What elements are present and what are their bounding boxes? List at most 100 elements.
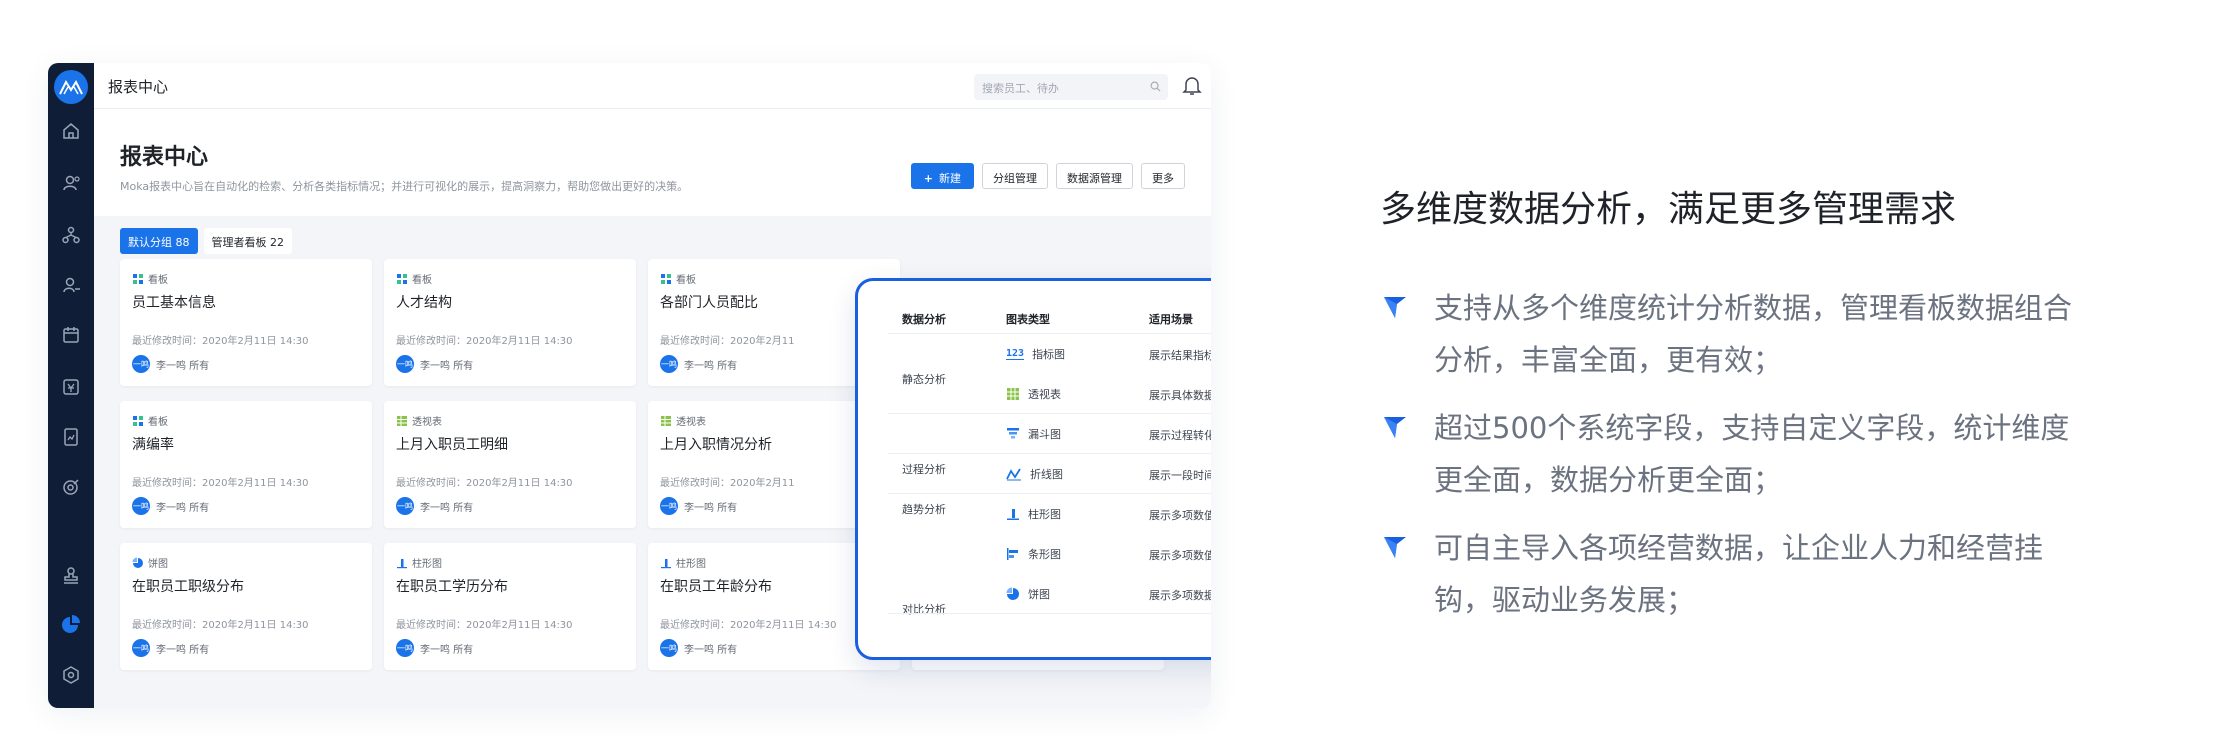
chart-type-cell: 透视表 [1006,386,1061,402]
report-card[interactable]: 看板 满编率 最近修改时间：2020年2月11日 14:30 一鸣 李一鸣 所有 [120,401,372,528]
new-button[interactable]: + 新建 [910,163,974,189]
scene-cell: 展示一段时间内的变化趋势 [1149,469,1211,482]
owner-label: 李一鸣 所有 [684,360,738,372]
card-type-label: 看板 [676,275,696,286]
scene-cell: 展示多项数值的大小对比分布 [1149,549,1211,562]
tab-manager-board[interactable]: 管理者看板 22 [203,228,292,254]
card-title: 各部门人员配比 [660,295,758,311]
wallet-icon[interactable] [57,373,85,401]
card-type: 看板 [132,271,168,286]
card-type: 看板 [132,413,168,428]
pie-chart-icon [1006,587,1019,600]
card-modified-time: 最近修改时间：2020年2月11 [660,336,795,347]
card-type: 饼图 [132,555,168,570]
card-type: 看板 [660,271,696,286]
chart-type-cell: 条形图 [1006,546,1061,562]
chart-type-label: 折线图 [1030,468,1063,481]
search-input[interactable]: 搜索员工、待办 [974,74,1168,100]
report-card[interactable]: 看板 员工基本信息 最近修改时间：2020年2月11日 14:30 一鸣 李一鸣 … [120,259,372,386]
scene-cell: 展示结果指标 [1149,349,1211,362]
home-icon[interactable] [57,117,85,145]
chart-type-icon [660,557,672,569]
chart-type-row: 漏斗图 展示过程转化数据 [888,413,1211,453]
promo-section: 多维度数据分析，满足更多管理需求 [1380,180,2120,232]
card-modified-time: 最近修改时间：2020年2月11 [660,478,795,489]
card-title: 在职员工职级分布 [132,579,244,595]
owner-avatar: 一鸣 [660,355,678,373]
card-title: 上月入职员工明细 [396,437,508,453]
card-owner: 一鸣李一鸣 所有 [396,355,473,373]
report-card[interactable]: 看板 人才结构 最近修改时间：2020年2月11日 14:30 一鸣 李一鸣 所有 [384,259,636,386]
report-card[interactable]: 饼图 在职员工职级分布 最近修改时间：2020年2月11日 14:30 一鸣 李一… [120,543,372,670]
card-title: 员工基本信息 [132,295,216,311]
report-card[interactable]: 透视表 上月入职员工明细 最近修改时间：2020年2月11日 14:30 一鸣李… [384,401,636,528]
card-type-label: 柱形图 [412,559,442,570]
card-type-label: 看板 [148,417,168,428]
card-modified-time: 最近修改时间：2020年2月11日 14:30 [132,478,309,489]
analysis-category: 过程分析 [902,463,946,476]
bullet-line: 支持从多个维度统计分析数据，管理看板数据组合 [1434,291,2073,325]
bullet-line: 可自主导入各项经营数据，让企业人力和经营挂 [1434,531,2044,565]
analysis-category: 对比分析 [902,603,946,616]
chart-type-row: 123 指标图 展示结果指标 [888,333,1211,373]
card-type: 柱形图 [396,555,442,570]
sidebar [48,63,94,708]
user-add-icon[interactable] [57,271,85,299]
card-title: 在职员工学历分布 [396,579,508,595]
topbar: 报表中心 搜索员工、待办 晓明 [94,63,1211,109]
owner-label: 李一鸣 所有 [420,502,474,514]
card-owner: 一鸣李一鸣 所有 [660,355,737,373]
logo[interactable] [54,70,88,104]
card-type-label: 看板 [148,275,168,286]
number-icon: 123 [1006,348,1025,360]
bullet-line: 更全面，数据分析更全面； [1434,463,1783,497]
card-title: 在职员工年龄分布 [660,579,772,595]
card-owner: 一鸣李一鸣 所有 [396,639,473,657]
card-owner: 一鸣李一鸣 所有 [660,639,737,657]
card-type-label: 看板 [412,275,432,286]
bullet-text: 可自主导入各项经营数据，让企业人力和经营挂 钩，驱动业务发展； [1434,522,2124,626]
chart-type-label: 指标图 [1032,348,1066,361]
header-chart-type: 图表类型 [1006,313,1050,326]
bullet-text: 超过500个系统字段，支持自定义字段，统计维度 更全面，数据分析更全面； [1434,402,2124,506]
card-title: 满编率 [132,437,174,453]
chart-type-icon [132,415,144,427]
org-structure-icon[interactable] [57,221,85,249]
search-icon [1150,81,1161,92]
group-manage-button[interactable]: 分组管理 [982,163,1048,189]
calendar-icon[interactable] [57,321,85,349]
bullet-line: 超过500个系统字段，支持自定义字段，统计维度 [1434,411,2070,445]
owner-label: 李一鸣 所有 [684,502,738,514]
analytics-pie-icon[interactable] [57,611,85,639]
chart-type-label: 透视表 [1028,388,1061,401]
chart-type-cell: 饼图 [1006,586,1050,602]
app-title: 报表中心 [108,78,169,96]
card-title: 人才结构 [396,295,452,311]
bar-chart-icon [1007,548,1018,560]
owner-avatar: 一鸣 [132,639,150,657]
card-type-label: 透视表 [676,417,706,428]
card-modified-time: 最近修改时间：2020年2月11日 14:30 [396,336,573,347]
bell-icon[interactable] [1182,75,1202,97]
report-card[interactable]: 柱形图 在职员工学历分布 最近修改时间：2020年2月11日 14:30 一鸣李… [384,543,636,670]
bullet-arrow-icon [1384,417,1406,438]
tab-default-group[interactable]: 默认分组 88 [120,228,198,254]
owner-avatar: 一鸣 [660,497,678,515]
chart-type-icon [132,557,144,569]
report-doc-icon[interactable] [57,423,85,451]
chart-type-cell: 柱形图 [1006,506,1061,522]
card-owner: 一鸣李一鸣 所有 [396,497,473,515]
more-button[interactable]: 更多 [1141,163,1185,189]
owner-label: 李一鸣 所有 [156,644,210,656]
bullet-arrow-icon [1384,537,1406,558]
datasource-manage-button[interactable]: 数据源管理 [1056,163,1133,189]
bullet-arrow-icon [1384,297,1406,318]
app-window: 报表中心 搜索员工、待办 晓明 报表中心 Moka报表中心旨在自动化的检索、分析… [48,63,1211,708]
target-icon[interactable] [57,473,85,501]
stamp-icon[interactable] [57,561,85,589]
people-icon[interactable] [57,169,85,197]
card-type-label: 饼图 [148,559,168,570]
settings-icon[interactable] [57,661,85,689]
chart-type-label: 漏斗图 [1028,428,1061,441]
analysis-category: 趋势分析 [902,503,946,516]
